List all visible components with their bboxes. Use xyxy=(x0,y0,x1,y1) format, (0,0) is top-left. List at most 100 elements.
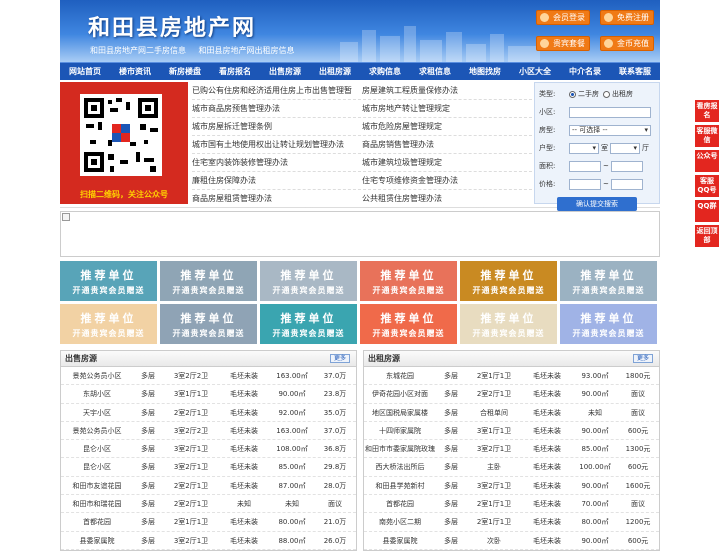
nav-item-2[interactable]: 新房楼盘 xyxy=(160,63,210,80)
table-cell[interactable]: 首都花园 xyxy=(61,513,133,530)
recommend-slot[interactable]: 推荐单位 开通贵宾会员赠送 xyxy=(60,261,157,301)
table-row[interactable]: 首都花园 多层 2室1厅1卫 毛坯未装 80.00㎡ 21.0万 xyxy=(61,513,356,532)
table-cell[interactable]: 县委家属院 xyxy=(364,532,436,549)
nav-item-1[interactable]: 楼市资讯 xyxy=(110,63,160,80)
recommend-slot[interactable]: 推荐单位 开通贵宾会员赠送 xyxy=(60,304,157,344)
table-row[interactable]: 十四师家属院 多层 3室1厅1卫 毛坯未装 90.00㎡ 600元 xyxy=(364,422,659,441)
table-cell[interactable]: 十四师家属院 xyxy=(364,422,436,439)
vip-package-button[interactable]: 贵宾套餐 xyxy=(536,36,590,51)
table-row[interactable]: 和田县学苑新村 多层 3室2厅1卫 毛坯未装 90.00㎡ 1600元 xyxy=(364,477,659,496)
price-max-input[interactable] xyxy=(610,178,643,190)
nav-item-11[interactable]: 联系客服 xyxy=(610,63,660,80)
subtitle-link-sale[interactable]: 和田县房地产网二手房信息 xyxy=(90,46,186,55)
nav-item-9[interactable]: 小区大全 xyxy=(510,63,560,80)
recommend-slot[interactable]: 推荐单位 开通贵宾会员赠送 xyxy=(560,261,657,301)
table-cell[interactable]: 和田县学苑新村 xyxy=(364,477,436,494)
float-button-1[interactable]: 客服微信 xyxy=(695,125,719,147)
table-cell[interactable]: 南苑小区二期 xyxy=(364,513,436,530)
policy-link[interactable]: 城市房地产转让管理规定 xyxy=(362,100,532,117)
recommend-slot[interactable]: 推荐单位 开通贵宾会员赠送 xyxy=(460,304,557,344)
table-cell[interactable]: 和田市市委家属院玫瑰 xyxy=(364,440,436,457)
house-type-select[interactable]: -- 可选择 -- ▾ xyxy=(569,124,651,136)
rent-more-button[interactable]: 更多 xyxy=(633,354,653,363)
table-cell[interactable]: 东城花园 xyxy=(364,367,436,384)
site-title[interactable]: 和田县房地产网 xyxy=(88,10,256,42)
nav-item-0[interactable]: 网站首页 xyxy=(60,63,110,80)
nav-item-6[interactable]: 求购信息 xyxy=(360,63,410,80)
login-button[interactable]: 会员登录 xyxy=(536,10,590,25)
table-cell[interactable]: 东胡小区 xyxy=(61,385,133,402)
float-button-2[interactable]: 公众号 xyxy=(695,150,719,172)
price-min-input[interactable] xyxy=(569,178,601,190)
nav-item-4[interactable]: 出售房源 xyxy=(260,63,310,80)
table-row[interactable]: 县委家属院 多层 次卧 毛坯未装 90.00㎡ 600元 xyxy=(364,532,659,550)
policy-link[interactable]: 城市房屋拆迁管理条例 xyxy=(192,118,362,135)
recommend-slot[interactable]: 推荐单位 开通贵宾会员赠送 xyxy=(260,261,357,301)
recommend-slot[interactable]: 推荐单位 开通贵宾会员赠送 xyxy=(260,304,357,344)
nav-item-10[interactable]: 中介名录 xyxy=(560,63,610,80)
float-button-0[interactable]: 看房报名 xyxy=(695,100,719,122)
room-select[interactable]: ▾ xyxy=(569,142,599,154)
subtitle-link-rent[interactable]: 和田县房地产网出租房信息 xyxy=(199,46,295,55)
recommend-slot[interactable]: 推荐单位 开通贵宾会员赠送 xyxy=(560,304,657,344)
nav-item-7[interactable]: 求租信息 xyxy=(410,63,460,80)
table-cell[interactable]: 景苑公务员小区 xyxy=(61,367,133,384)
radio-sale[interactable]: 二手房 xyxy=(569,89,599,99)
radio-rent[interactable]: 出租房 xyxy=(603,89,633,99)
recommend-slot[interactable]: 推荐单位 开通贵宾会员赠送 xyxy=(460,261,557,301)
table-row[interactable]: 景苑公务员小区 多层 3室2厅2卫 毛坯未装 163.00㎡ 37.0万 xyxy=(61,422,356,441)
table-row[interactable]: 南苑小区二期 多层 2室1厅1卫 毛坯未装 80.00㎡ 1200元 xyxy=(364,513,659,532)
table-cell[interactable]: 西大桥法出所后 xyxy=(364,458,436,475)
table-row[interactable]: 昆仑小区 多层 3室2厅1卫 毛坯未装 85.00㎡ 29.8万 xyxy=(61,458,356,477)
recommend-slot[interactable]: 推荐单位 开通贵宾会员赠送 xyxy=(160,304,257,344)
table-row[interactable]: 景苑公务员小区 多层 3室2厅2卫 毛坯未装 163.00㎡ 37.0万 xyxy=(61,367,356,386)
table-row[interactable]: 首都花园 多层 2室1厅1卫 毛坯未装 70.00㎡ 面议 xyxy=(364,495,659,514)
float-button-4[interactable]: QQ群 xyxy=(695,200,719,222)
policy-link[interactable]: 已购公有住房和经济适用住房上市出售管理暂 xyxy=(192,82,362,99)
table-row[interactable]: 西大桥法出所后 多层 主卧 毛坯未装 100.00㎡ 600元 xyxy=(364,458,659,477)
policy-link[interactable]: 城市建筑垃圾管理规定 xyxy=(362,154,532,171)
recommend-slot[interactable]: 推荐单位 开通贵宾会员赠送 xyxy=(360,261,457,301)
table-cell[interactable]: 和田市和瑞花园 xyxy=(61,495,133,512)
nav-item-5[interactable]: 出租房源 xyxy=(310,63,360,80)
table-row[interactable]: 东胡小区 多层 3室1厅1卫 毛坯未装 90.00㎡ 23.8万 xyxy=(61,385,356,404)
table-row[interactable]: 和田市友谊花园 多层 2室2厅1卫 毛坯未装 87.00㎡ 28.0万 xyxy=(61,477,356,496)
table-cell[interactable]: 首都花园 xyxy=(364,495,436,512)
policy-link[interactable]: 城市商品房预售管理办法 xyxy=(192,100,362,117)
table-cell[interactable]: 景苑公务员小区 xyxy=(61,422,133,439)
table-row[interactable]: 伊奇花园小区对面 多层 2室2厅1卫 毛坯未装 90.00㎡ 面议 xyxy=(364,385,659,404)
policy-link[interactable]: 城市国有土地使用权出让转让规划管理办法 xyxy=(192,136,362,153)
table-row[interactable]: 东城花园 多层 2室1厅1卫 毛坯未装 93.00㎡ 1800元 xyxy=(364,367,659,386)
table-cell[interactable]: 县委家属院 xyxy=(61,532,133,549)
table-row[interactable]: 和田市和瑞花园 多层 2室2厅1卫 未知 未知 面议 xyxy=(61,495,356,514)
table-cell[interactable]: 地区国税局家属楼 xyxy=(364,404,436,421)
policy-link[interactable]: 商品房屋租赁管理办法 xyxy=(192,190,362,207)
policy-link[interactable]: 住宅室内装饰装修管理办法 xyxy=(192,154,362,171)
coin-recharge-button[interactable]: 金币充值 xyxy=(600,36,654,51)
recommend-slot[interactable]: 推荐单位 开通贵宾会员赠送 xyxy=(160,261,257,301)
sale-more-button[interactable]: 更多 xyxy=(330,354,350,363)
community-input[interactable] xyxy=(569,106,651,118)
table-cell[interactable]: 昆仑小区 xyxy=(61,440,133,457)
table-row[interactable]: 天宇小区 多层 2室2厅1卫 毛坯未装 92.00㎡ 35.0万 xyxy=(61,404,356,422)
recommend-slot[interactable]: 推荐单位 开通贵宾会员赠送 xyxy=(360,304,457,344)
table-cell[interactable]: 伊奇花园小区对面 xyxy=(364,385,436,402)
policy-link[interactable]: 商品房销售管理办法 xyxy=(362,136,532,153)
float-button-3[interactable]: 客服QQ号 xyxy=(695,175,719,197)
register-button[interactable]: 免费注册 xyxy=(600,10,654,25)
ad-banner[interactable] xyxy=(60,211,660,257)
nav-item-8[interactable]: 地图找房 xyxy=(460,63,510,80)
table-cell[interactable]: 和田市友谊花园 xyxy=(61,477,133,494)
policy-link[interactable]: 公共租赁住房管理办法 xyxy=(362,190,532,207)
policy-link[interactable]: 城市危险房屋管理规定 xyxy=(362,118,532,135)
table-cell[interactable]: 天宇小区 xyxy=(61,404,133,421)
nav-item-3[interactable]: 看房报名 xyxy=(210,63,260,80)
table-row[interactable]: 县委家属院 多层 3室2厅1卫 毛坯未装 88.00㎡ 26.0万 xyxy=(61,532,356,550)
table-row[interactable]: 和田市市委家属院玫瑰 多层 3室2厅1卫 毛坯未装 85.00㎡ 1300元 xyxy=(364,440,659,459)
table-cell[interactable]: 昆仑小区 xyxy=(61,458,133,475)
policy-link[interactable]: 住宅专项维修资金管理办法 xyxy=(362,172,532,189)
hall-select[interactable]: ▾ xyxy=(610,142,640,154)
area-max-input[interactable] xyxy=(610,160,643,172)
table-row[interactable]: 地区国税局家属楼 多层 合租单间 毛坯未装 未知 面议 xyxy=(364,404,659,422)
policy-link[interactable]: 廉租住房保障办法 xyxy=(192,172,362,189)
